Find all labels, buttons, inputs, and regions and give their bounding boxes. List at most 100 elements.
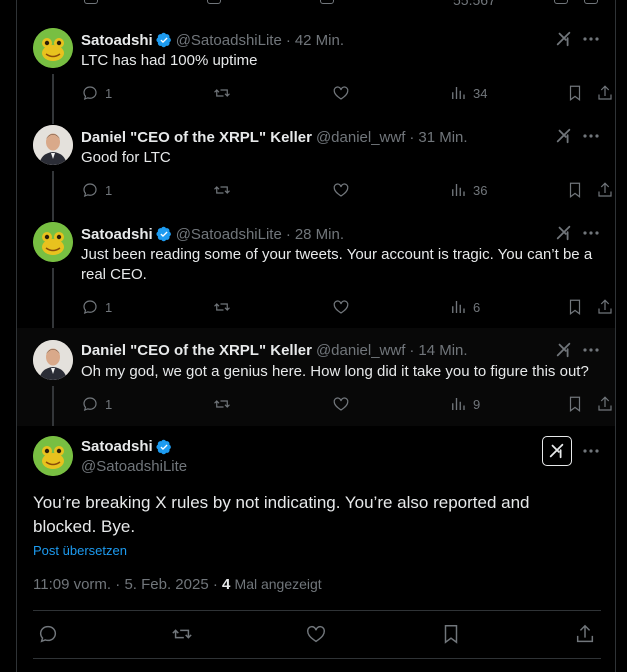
thread-line bbox=[52, 268, 54, 334]
frog-avatar[interactable] bbox=[33, 28, 73, 68]
share-button[interactable] bbox=[596, 394, 614, 414]
like-icon[interactable] bbox=[305, 623, 327, 645]
share-icon[interactable] bbox=[574, 623, 596, 645]
like-button[interactable] bbox=[332, 180, 350, 200]
view-count: 55.567 bbox=[453, 0, 496, 8]
reply-post[interactable]: Daniel "CEO of the XRPL" Keller @daniel_… bbox=[17, 328, 615, 426]
grok-icon[interactable] bbox=[555, 341, 573, 359]
like-icon[interactable] bbox=[320, 0, 334, 4]
author-handle[interactable]: @SatoadshiLite bbox=[81, 458, 187, 475]
bookmark-icon bbox=[569, 182, 581, 198]
grok-icon[interactable] bbox=[555, 224, 573, 242]
reply-button[interactable]: 1 bbox=[81, 394, 112, 414]
man-avatar[interactable] bbox=[33, 340, 73, 380]
like-icon bbox=[333, 300, 349, 314]
share-icon bbox=[598, 299, 612, 314]
author-name[interactable]: Satoadshi bbox=[81, 438, 153, 455]
post-text: Good for LTC bbox=[81, 149, 171, 166]
translate-post-link[interactable]: Post übersetzen bbox=[33, 543, 127, 558]
bookmark-icon[interactable] bbox=[554, 0, 568, 4]
more-options-icon[interactable] bbox=[581, 224, 601, 242]
grok-icon[interactable] bbox=[555, 30, 573, 48]
verified-badge-icon[interactable] bbox=[156, 32, 172, 48]
reply-button[interactable]: 1 bbox=[81, 180, 112, 200]
bookmark-icon[interactable] bbox=[440, 623, 462, 645]
bookmark-button[interactable] bbox=[566, 180, 584, 200]
like-button[interactable] bbox=[332, 394, 350, 414]
bookmark-icon bbox=[569, 299, 581, 315]
views-icon bbox=[452, 87, 465, 99]
views-button[interactable]: 9 bbox=[449, 394, 480, 414]
bookmark-button[interactable] bbox=[566, 83, 584, 103]
author-handle[interactable]: @SatoadshiLite bbox=[176, 32, 282, 49]
reply-button[interactable]: 1 bbox=[81, 297, 112, 317]
bookmark-button[interactable] bbox=[566, 394, 584, 414]
share-button[interactable] bbox=[596, 83, 614, 103]
author-handle[interactable]: @daniel_wwf bbox=[316, 129, 405, 146]
man-avatar[interactable] bbox=[33, 125, 73, 165]
author-name[interactable]: Daniel "CEO of the XRPL" Keller bbox=[81, 129, 312, 146]
post-actions: 1 36 bbox=[81, 180, 612, 200]
like-button[interactable] bbox=[332, 297, 350, 317]
repost-icon[interactable] bbox=[207, 0, 221, 4]
verified-badge-icon[interactable] bbox=[156, 439, 172, 455]
author-handle[interactable]: @daniel_wwf bbox=[316, 342, 405, 359]
bookmark-icon bbox=[569, 396, 581, 412]
author-name[interactable]: Satoadshi bbox=[81, 32, 153, 49]
views-icon bbox=[452, 184, 465, 196]
more-options-icon[interactable] bbox=[581, 341, 601, 359]
repost-button[interactable] bbox=[213, 83, 231, 103]
reply-post[interactable]: Daniel "CEO of the XRPL" Keller @daniel_… bbox=[17, 125, 615, 221]
separator-dot: · bbox=[409, 128, 415, 146]
separator-dot: · bbox=[115, 576, 121, 593]
share-button[interactable] bbox=[596, 297, 614, 317]
reply-icon bbox=[83, 183, 97, 197]
post-actions: 1 6 bbox=[81, 297, 612, 317]
post-time[interactable]: 42 Min. bbox=[295, 32, 344, 49]
reply-icon[interactable] bbox=[37, 623, 59, 645]
post-actions: 1 34 bbox=[81, 83, 612, 103]
bookmark-icon bbox=[569, 85, 581, 101]
like-button[interactable] bbox=[332, 83, 350, 103]
reply-count: 1 bbox=[105, 182, 113, 198]
frog-avatar[interactable] bbox=[33, 222, 73, 262]
views-button[interactable]: 6 bbox=[449, 297, 480, 317]
separator-dot: · bbox=[409, 341, 415, 359]
share-icon bbox=[598, 182, 612, 197]
post-time[interactable]: 31 Min. bbox=[418, 129, 467, 146]
post-date[interactable]: 5. Feb. 2025 bbox=[124, 576, 208, 593]
share-icon[interactable] bbox=[584, 0, 598, 4]
reply-post[interactable]: Satoadshi @SatoadshiLite · 42 Min. LTC h… bbox=[17, 28, 615, 124]
reply-count: 1 bbox=[105, 85, 113, 101]
grok-icon[interactable] bbox=[555, 127, 573, 145]
repost-button[interactable] bbox=[213, 394, 231, 414]
post-time[interactable]: 14 Min. bbox=[418, 342, 467, 359]
repost-button[interactable] bbox=[213, 297, 231, 317]
author-handle[interactable]: @SatoadshiLite bbox=[176, 226, 282, 243]
grok-icon bbox=[549, 443, 564, 459]
author-name[interactable]: Daniel "CEO of the XRPL" Keller bbox=[81, 342, 312, 359]
views-button[interactable]: 34 bbox=[449, 83, 487, 103]
repost-icon bbox=[214, 303, 230, 311]
verified-badge-icon[interactable] bbox=[156, 226, 172, 242]
reply-post[interactable]: Satoadshi @SatoadshiLite · 28 Min. Just … bbox=[17, 222, 615, 334]
repost-button[interactable] bbox=[213, 180, 231, 200]
more-options-icon[interactable] bbox=[581, 30, 601, 48]
reply-icon[interactable] bbox=[84, 0, 98, 4]
more-options-icon[interactable] bbox=[581, 442, 601, 460]
post-text: Oh my god, we got a genius here. How lon… bbox=[81, 363, 589, 380]
frog-avatar[interactable] bbox=[33, 436, 73, 476]
more-options-icon[interactable] bbox=[581, 127, 601, 145]
repost-icon bbox=[214, 89, 230, 97]
author-name[interactable]: Satoadshi bbox=[81, 226, 153, 243]
post-time[interactable]: 28 Min. bbox=[295, 226, 344, 243]
share-button[interactable] bbox=[596, 180, 614, 200]
separator-dot: · bbox=[212, 576, 218, 593]
grok-button[interactable] bbox=[542, 436, 572, 466]
bookmark-button[interactable] bbox=[566, 297, 584, 317]
like-icon bbox=[333, 183, 349, 197]
views-button[interactable]: 36 bbox=[449, 180, 487, 200]
post-time[interactable]: 11:09 vorm. bbox=[33, 576, 111, 593]
repost-icon[interactable] bbox=[171, 623, 193, 645]
reply-button[interactable]: 1 bbox=[81, 83, 112, 103]
